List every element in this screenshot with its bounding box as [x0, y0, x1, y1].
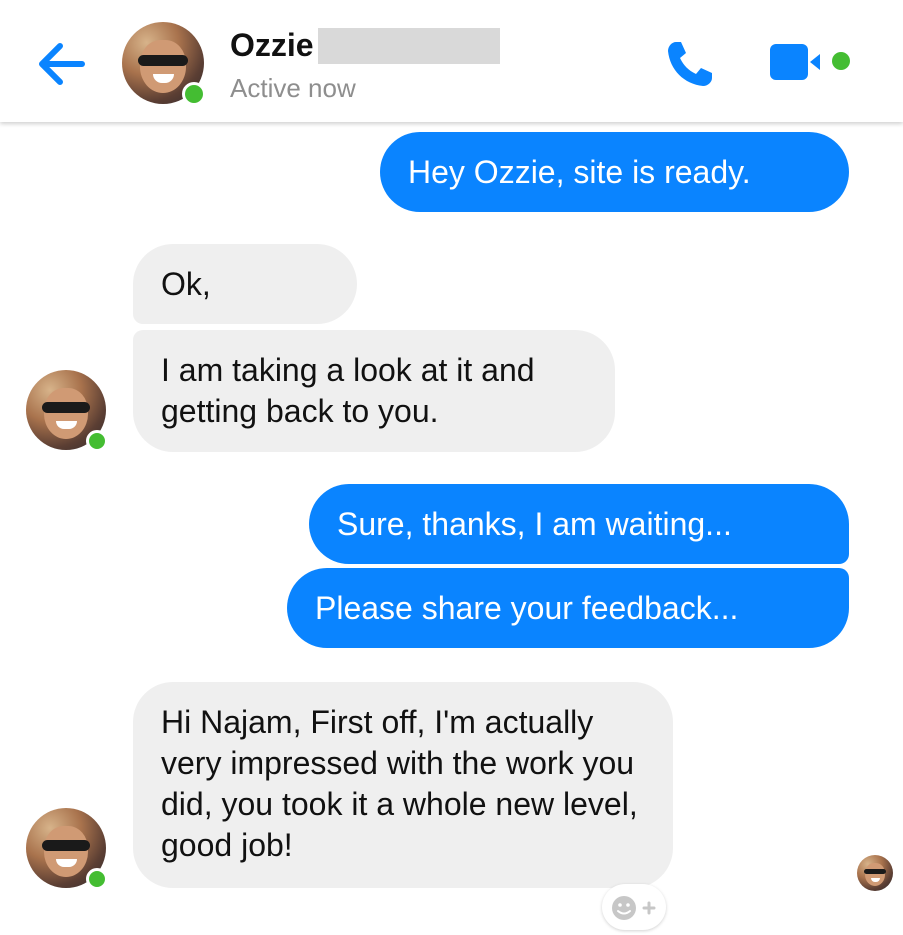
phone-icon	[668, 42, 712, 86]
contact-name[interactable]: Ozzie	[230, 26, 314, 64]
contact-avatar-small[interactable]	[26, 808, 108, 890]
add-reaction-icon	[612, 896, 656, 920]
message-bubble-incoming[interactable]: Ok,	[133, 244, 357, 324]
video-call-button[interactable]	[768, 40, 850, 84]
active-status-dot	[86, 430, 108, 452]
contact-avatar[interactable]	[122, 22, 206, 106]
message-list[interactable]: Hey Ozzie, site is ready. Ok, I am takin…	[0, 122, 903, 930]
contact-avatar-small[interactable]	[26, 370, 108, 452]
voice-call-button[interactable]	[662, 36, 718, 92]
back-arrow-icon	[39, 43, 85, 85]
back-button[interactable]	[32, 36, 92, 92]
add-reaction-button[interactable]	[602, 884, 666, 930]
message-bubble-outgoing[interactable]: Sure, thanks, I am waiting...	[309, 484, 849, 564]
message-bubble-incoming[interactable]: I am taking a look at it and getting bac…	[133, 330, 615, 452]
chat-header: Ozzie Active now	[0, 0, 903, 122]
message-bubble-outgoing[interactable]: Hey Ozzie, site is ready.	[380, 132, 849, 212]
message-bubble-outgoing[interactable]: Please share your feedback...	[287, 568, 849, 648]
name-redaction	[318, 28, 500, 64]
active-status-dot	[86, 868, 108, 890]
message-bubble-incoming[interactable]: Hi Najam, First off, I'm actually very i…	[133, 682, 673, 888]
seen-receipt-avatar	[857, 855, 893, 891]
avatar-image	[857, 855, 893, 891]
contact-status: Active now	[230, 73, 356, 103]
video-active-dot	[832, 52, 850, 70]
active-status-dot	[182, 82, 206, 106]
